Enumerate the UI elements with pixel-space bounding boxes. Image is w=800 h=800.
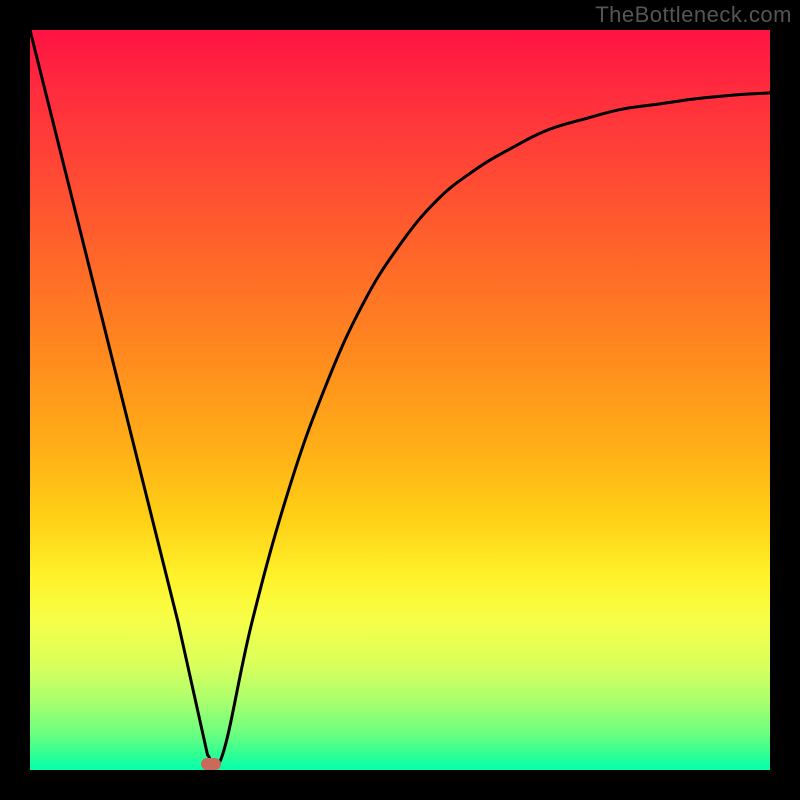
curve-path bbox=[30, 30, 770, 767]
watermark-text: TheBottleneck.com bbox=[595, 2, 792, 28]
plot-area bbox=[30, 30, 770, 770]
chart-frame: TheBottleneck.com bbox=[0, 0, 800, 800]
bottleneck-curve bbox=[30, 30, 770, 770]
minimum-marker bbox=[201, 758, 221, 770]
